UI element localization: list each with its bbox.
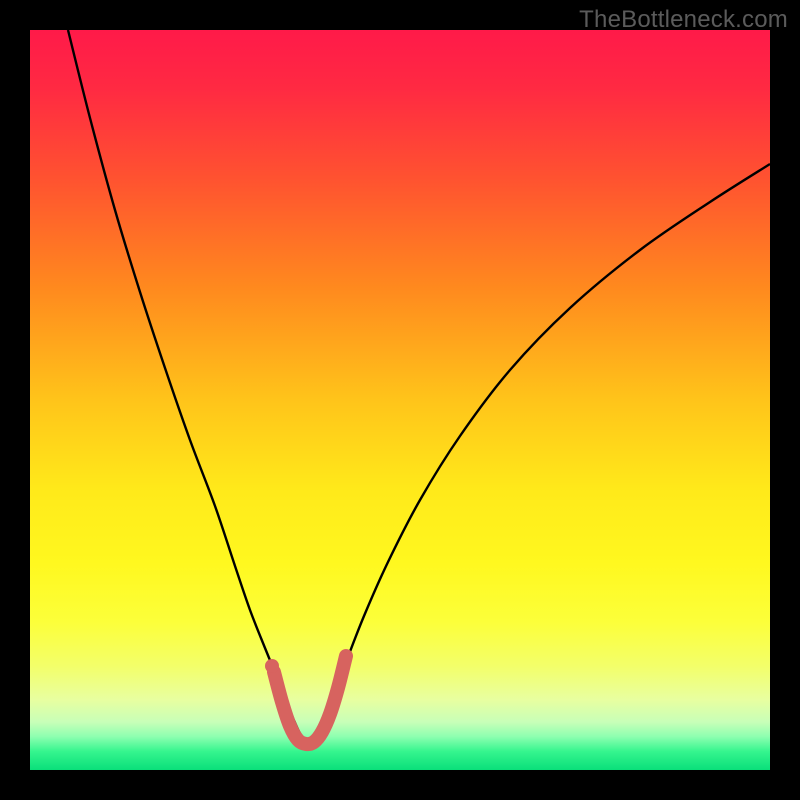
trough-dot — [265, 659, 279, 673]
chart-frame — [30, 30, 770, 770]
bottleneck-curve — [68, 30, 770, 742]
highlight-trough — [274, 656, 346, 744]
chart-plot — [30, 30, 770, 770]
